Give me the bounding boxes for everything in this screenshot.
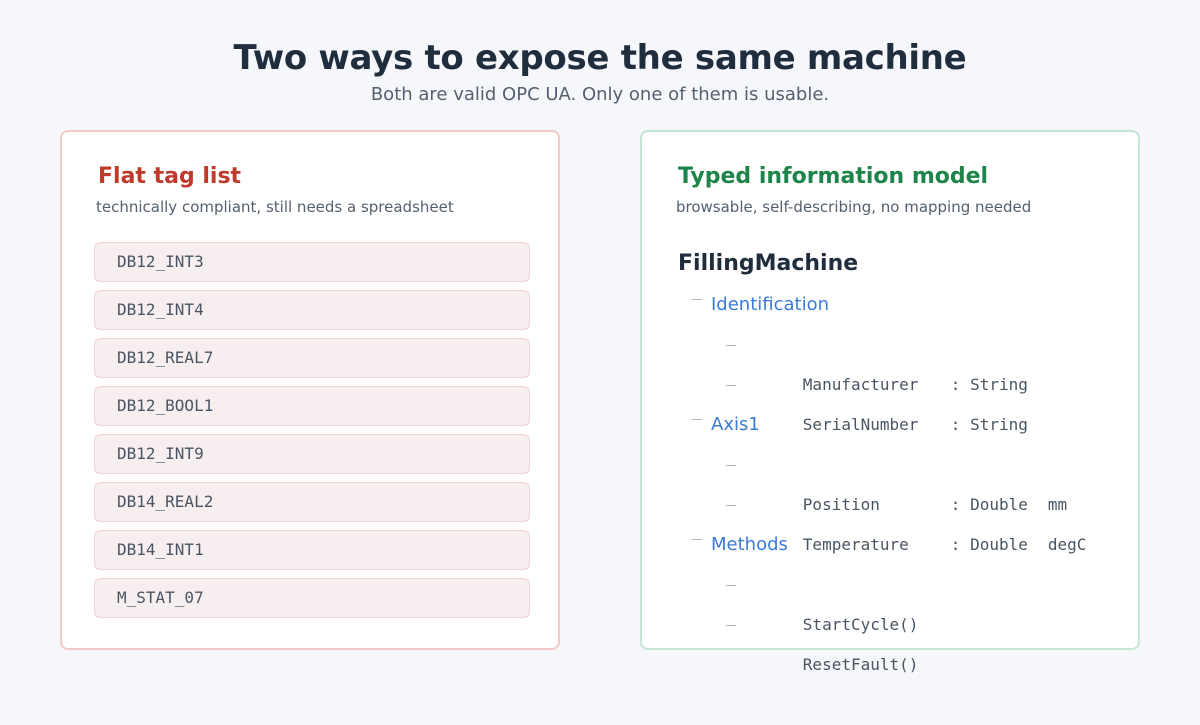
tag-item: DB12_INT3 [94, 242, 530, 282]
tree-connector-icon [726, 385, 736, 386]
tree-method: StartCycle() [678, 565, 1118, 634]
tree-group-label: Methods [711, 534, 788, 555]
method-name: ResetFault() [802, 655, 919, 674]
flat-tag-list-card: Flat tag list technically compliant, sti… [60, 130, 560, 650]
flat-tag-list-title: Flat tag list [98, 164, 242, 189]
tag-item: DB12_INT9 [94, 434, 530, 474]
tag-item: DB14_INT1 [94, 530, 530, 570]
flat-tag-list-subtitle: technically compliant, still needs a spr… [96, 198, 454, 216]
tree-connector-icon [726, 625, 736, 626]
tree-connector-icon [726, 505, 736, 506]
tag-item: DB12_INT4 [94, 290, 530, 330]
tree-group-identification: Identification [678, 285, 1118, 325]
tree-connector-icon [692, 419, 702, 420]
tree-group-label: Identification [711, 294, 830, 315]
tree-method: ResetFault() [678, 605, 1118, 674]
page-title: Two ways to expose the same machine [233, 38, 967, 78]
model-tree: FillingMachine Identification Manufactur… [678, 248, 1118, 674]
tree-connector-icon [726, 465, 736, 466]
tree-connector-icon [726, 345, 736, 346]
page-subtitle: Both are valid OPC UA. Only one of them … [370, 84, 830, 105]
tag-item: DB12_BOOL1 [94, 386, 530, 426]
typed-model-title: Typed information model [678, 164, 989, 189]
tag-list: DB12_INT3 DB12_INT4 DB12_REAL7 DB12_BOOL… [94, 242, 530, 626]
tree-property: Manufacturer: String [678, 325, 1118, 394]
tree-connector-icon [726, 585, 736, 586]
tree-connector-icon [692, 299, 702, 300]
tag-item: DB12_REAL7 [94, 338, 530, 378]
tag-item: M_STAT_07 [94, 578, 530, 618]
tree-property: SerialNumber: String [678, 365, 1118, 434]
typed-model-card: Typed information model browsable, self-… [640, 130, 1140, 674]
tree-group-methods: Methods [678, 525, 1118, 565]
tree-root-node: FillingMachine [678, 251, 859, 276]
tree-property: Position: Double mm [678, 445, 1118, 514]
tree-group-label: Axis1 [711, 414, 760, 435]
tag-item: DB14_REAL2 [94, 482, 530, 522]
tree-property: Temperature: Double degC [678, 485, 1118, 554]
tree-connector-icon [692, 539, 702, 540]
typed-model-subtitle: browsable, self-describing, no mapping n… [676, 198, 1032, 216]
tree-group-axis1: Axis1 [678, 405, 1118, 445]
